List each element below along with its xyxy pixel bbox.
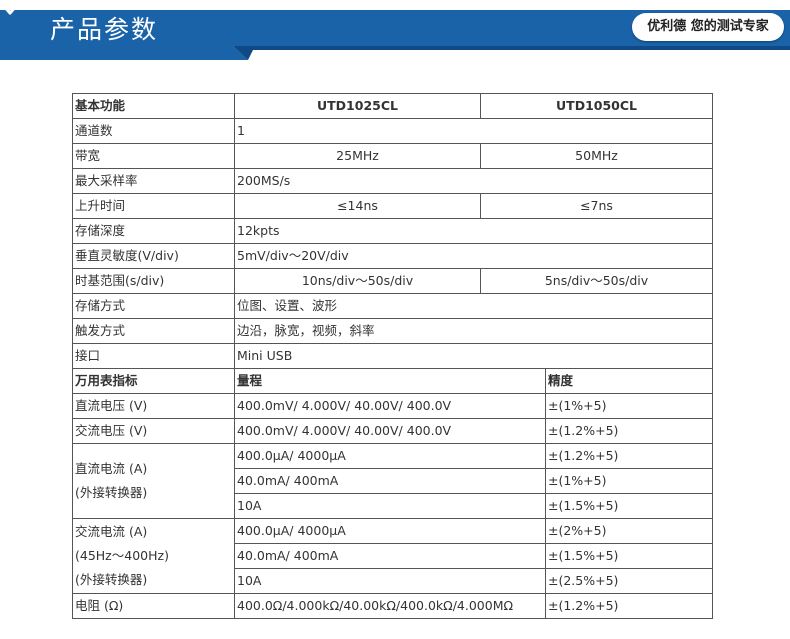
spec-table: 基本功能 UTD1025CL UTD1050CL 通道数 1 带宽 25MHz …: [72, 93, 714, 619]
header-banner: 产品参数 优利德 您的测试专家: [0, 0, 790, 62]
table-row: 带宽 25MHz 50MHz: [72, 143, 714, 169]
accuracy-value: ±(1.5%+5): [544, 543, 714, 569]
row-label: 带宽: [72, 143, 235, 169]
label-line: (外接转换器): [75, 485, 148, 500]
accuracy-value: ±(1.5%+5): [544, 493, 714, 519]
accuracy-value: ±(1%+5): [544, 393, 714, 419]
row-value: 边沿，脉宽，视频，斜率: [233, 318, 714, 344]
model-utd1050cl: UTD1050CL: [479, 93, 714, 119]
row-label: 通道数: [72, 118, 235, 144]
row-value: 1: [233, 118, 714, 144]
table-row: 上升时间 ≤14ns ≤7ns: [72, 193, 714, 219]
row-value: 12kpts: [233, 218, 714, 244]
range-value: 400.0mV/ 4.000V/ 40.00V/ 400.0V: [234, 393, 546, 419]
table-row: 接口 Mini USB: [72, 343, 714, 369]
row-value: 200MS/s: [233, 168, 714, 194]
table-row: 电阻 (Ω) 400.0Ω/4.000kΩ/40.00kΩ/400.0kΩ/4.…: [72, 593, 714, 619]
range-value: 400.0μA/ 4000μA: [234, 443, 546, 469]
slogan-badge: 优利德 您的测试专家: [632, 13, 784, 41]
table-row: 存储方式 位图、设置、波形: [72, 293, 714, 319]
basic-function-header: 基本功能: [72, 93, 235, 119]
row-value: 5mV/div～20V/div: [233, 243, 714, 269]
row-label: 交流电压 (V): [72, 418, 235, 444]
row-value: 50MHz: [479, 143, 714, 169]
row-label: 垂直灵敏度(V/div): [72, 243, 235, 269]
row-value: 位图、设置、波形: [233, 293, 714, 319]
row-value: 25MHz: [234, 143, 481, 169]
meter-header: 万用表指标: [72, 368, 235, 394]
accuracy-header: 精度: [544, 368, 714, 394]
table-row: 直流电流 (A) (外接转换器) 400.0μA/ 4000μA ±(1.2%+…: [72, 443, 714, 519]
table-row: 交流电流 (A) (45Hz～400Hz) (外接转换器) 400.0μA/ 4…: [72, 518, 714, 594]
table-row: 垂直灵敏度(V/div) 5mV/div～20V/div: [72, 243, 714, 269]
label-line: (外接转换器): [75, 572, 148, 587]
table-row: 通道数 1: [72, 118, 714, 144]
label-line: 直流电流 (A): [75, 461, 148, 476]
row-label: 时基范围(s/div): [72, 268, 235, 294]
table-row: 万用表指标 量程 精度: [72, 368, 714, 394]
row-label: 直流电压 (V): [72, 393, 235, 419]
accuracy-value: ±(1.2%+5): [544, 593, 714, 619]
range-value: 40.0mA/ 400mA: [234, 468, 546, 494]
table-row: 存储深度 12kpts: [72, 218, 714, 244]
row-value: Mini USB: [233, 343, 714, 369]
page-title: 产品参数: [50, 15, 159, 44]
accuracy-value: ±(2%+5): [544, 518, 714, 544]
table-row: 最大采样率 200MS/s: [72, 168, 714, 194]
row-label: 最大采样率: [72, 168, 235, 194]
range-value: 10A: [234, 568, 546, 594]
range-value: 400.0μA/ 4000μA: [234, 518, 546, 544]
dc-current-label: 直流电流 (A) (外接转换器): [72, 443, 235, 519]
table-row: 交流电压 (V) 400.0mV/ 4.000V/ 40.00V/ 400.0V…: [72, 418, 714, 444]
label-line: (45Hz～400Hz): [75, 548, 169, 563]
row-label: 存储深度: [72, 218, 235, 244]
accuracy-value: ±(1.2%+5): [544, 443, 714, 469]
range-value: 40.0mA/ 400mA: [234, 543, 546, 569]
range-header: 量程: [234, 368, 546, 394]
table-row: 直流电压 (V) 400.0mV/ 4.000V/ 40.00V/ 400.0V…: [72, 393, 714, 419]
label-line: 交流电流 (A): [75, 524, 148, 539]
chevron-down-icon[interactable]: [0, 0, 20, 20]
range-value: 10A: [234, 493, 546, 519]
row-label: 存储方式: [72, 293, 235, 319]
row-value: ≤14ns: [234, 193, 481, 219]
table-row: 基本功能 UTD1025CL UTD1050CL: [72, 93, 714, 119]
row-label: 上升时间: [72, 193, 235, 219]
table-row: 触发方式 边沿，脉宽，视频，斜率: [72, 318, 714, 344]
table-row: 时基范围(s/div) 10ns/div～50s/div 5ns/div～50s…: [72, 268, 714, 294]
ac-current-label: 交流电流 (A) (45Hz～400Hz) (外接转换器): [72, 518, 235, 594]
accuracy-value: ±(1%+5): [544, 468, 714, 494]
row-label: 电阻 (Ω): [72, 593, 235, 619]
range-value: 400.0mV/ 4.000V/ 40.00V/ 400.0V: [234, 418, 546, 444]
accuracy-value: ±(2.5%+5): [544, 568, 714, 594]
range-value: 400.0Ω/4.000kΩ/40.00kΩ/400.0kΩ/4.000MΩ: [234, 593, 546, 619]
row-label: 触发方式: [72, 318, 235, 344]
accuracy-value: ±(1.2%+5): [544, 418, 714, 444]
row-value: 10ns/div～50s/div: [234, 268, 481, 294]
row-label: 接口: [72, 343, 235, 369]
row-value: 5ns/div～50s/div: [479, 268, 714, 294]
model-utd1025cl: UTD1025CL: [234, 93, 481, 119]
row-value: ≤7ns: [479, 193, 714, 219]
